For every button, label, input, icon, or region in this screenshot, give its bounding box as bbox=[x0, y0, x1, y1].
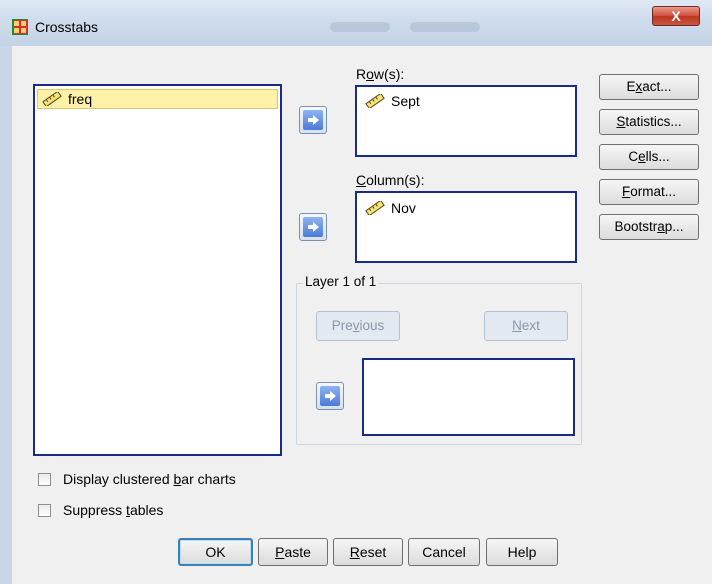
suppress-tables-checkbox[interactable] bbox=[38, 504, 51, 517]
close-icon: X bbox=[671, 8, 681, 24]
ok-button[interactable]: OK bbox=[178, 538, 253, 566]
background-window-blur bbox=[330, 22, 390, 32]
format-button[interactable]: Format... bbox=[599, 179, 699, 205]
cells-button[interactable]: Cells... bbox=[599, 144, 699, 170]
suppress-tables-label: Suppress tables bbox=[63, 502, 164, 518]
statistics-button[interactable]: Statistics... bbox=[599, 109, 699, 135]
bootstrap-button[interactable]: Bootstrap... bbox=[599, 214, 699, 240]
variable-name: freq bbox=[68, 91, 93, 107]
columns-label: Column(s): bbox=[356, 172, 425, 188]
clustered-bar-charts-checkbox[interactable] bbox=[38, 473, 51, 486]
window-frame bbox=[0, 46, 12, 584]
scale-ruler-icon bbox=[42, 92, 62, 106]
exact-button[interactable]: Exact... bbox=[599, 74, 699, 100]
background-window-blur bbox=[410, 22, 480, 32]
rows-label: Row(s): bbox=[356, 66, 405, 82]
previous-button[interactable]: Previous bbox=[316, 311, 400, 341]
clustered-bar-charts-label: Display clustered bar charts bbox=[63, 471, 236, 487]
list-item[interactable]: Nov bbox=[365, 198, 416, 218]
scale-ruler-icon bbox=[365, 201, 385, 215]
paste-button[interactable]: Paste bbox=[258, 538, 328, 566]
cancel-button[interactable]: Cancel bbox=[408, 538, 480, 566]
layer-list[interactable] bbox=[362, 358, 575, 436]
window-title: Crosstabs bbox=[35, 19, 99, 35]
right-arrow-icon bbox=[325, 391, 336, 401]
layer-legend: Layer 1 of 1 bbox=[303, 274, 379, 289]
crosstabs-app-icon bbox=[12, 19, 28, 35]
move-to-columns-button[interactable] bbox=[299, 213, 327, 241]
help-button[interactable]: Help bbox=[486, 538, 558, 566]
right-arrow-icon bbox=[308, 222, 319, 232]
close-button[interactable]: X bbox=[652, 6, 700, 26]
title-bar: Crosstabs X bbox=[0, 0, 712, 46]
right-arrow-icon bbox=[308, 115, 319, 125]
reset-button[interactable]: Reset bbox=[333, 538, 403, 566]
variable-name: Nov bbox=[391, 200, 416, 216]
rows-list[interactable]: Sept bbox=[355, 85, 577, 157]
scale-ruler-icon bbox=[365, 94, 385, 108]
next-button[interactable]: Next bbox=[484, 311, 568, 341]
columns-list[interactable]: Nov bbox=[355, 191, 577, 263]
move-to-layer-button[interactable] bbox=[316, 382, 344, 410]
move-to-rows-button[interactable] bbox=[299, 106, 327, 134]
variable-list[interactable]: freq bbox=[33, 84, 282, 456]
list-item[interactable]: Sept bbox=[365, 91, 420, 111]
variable-name: Sept bbox=[391, 93, 420, 109]
list-item[interactable]: freq bbox=[37, 89, 278, 109]
